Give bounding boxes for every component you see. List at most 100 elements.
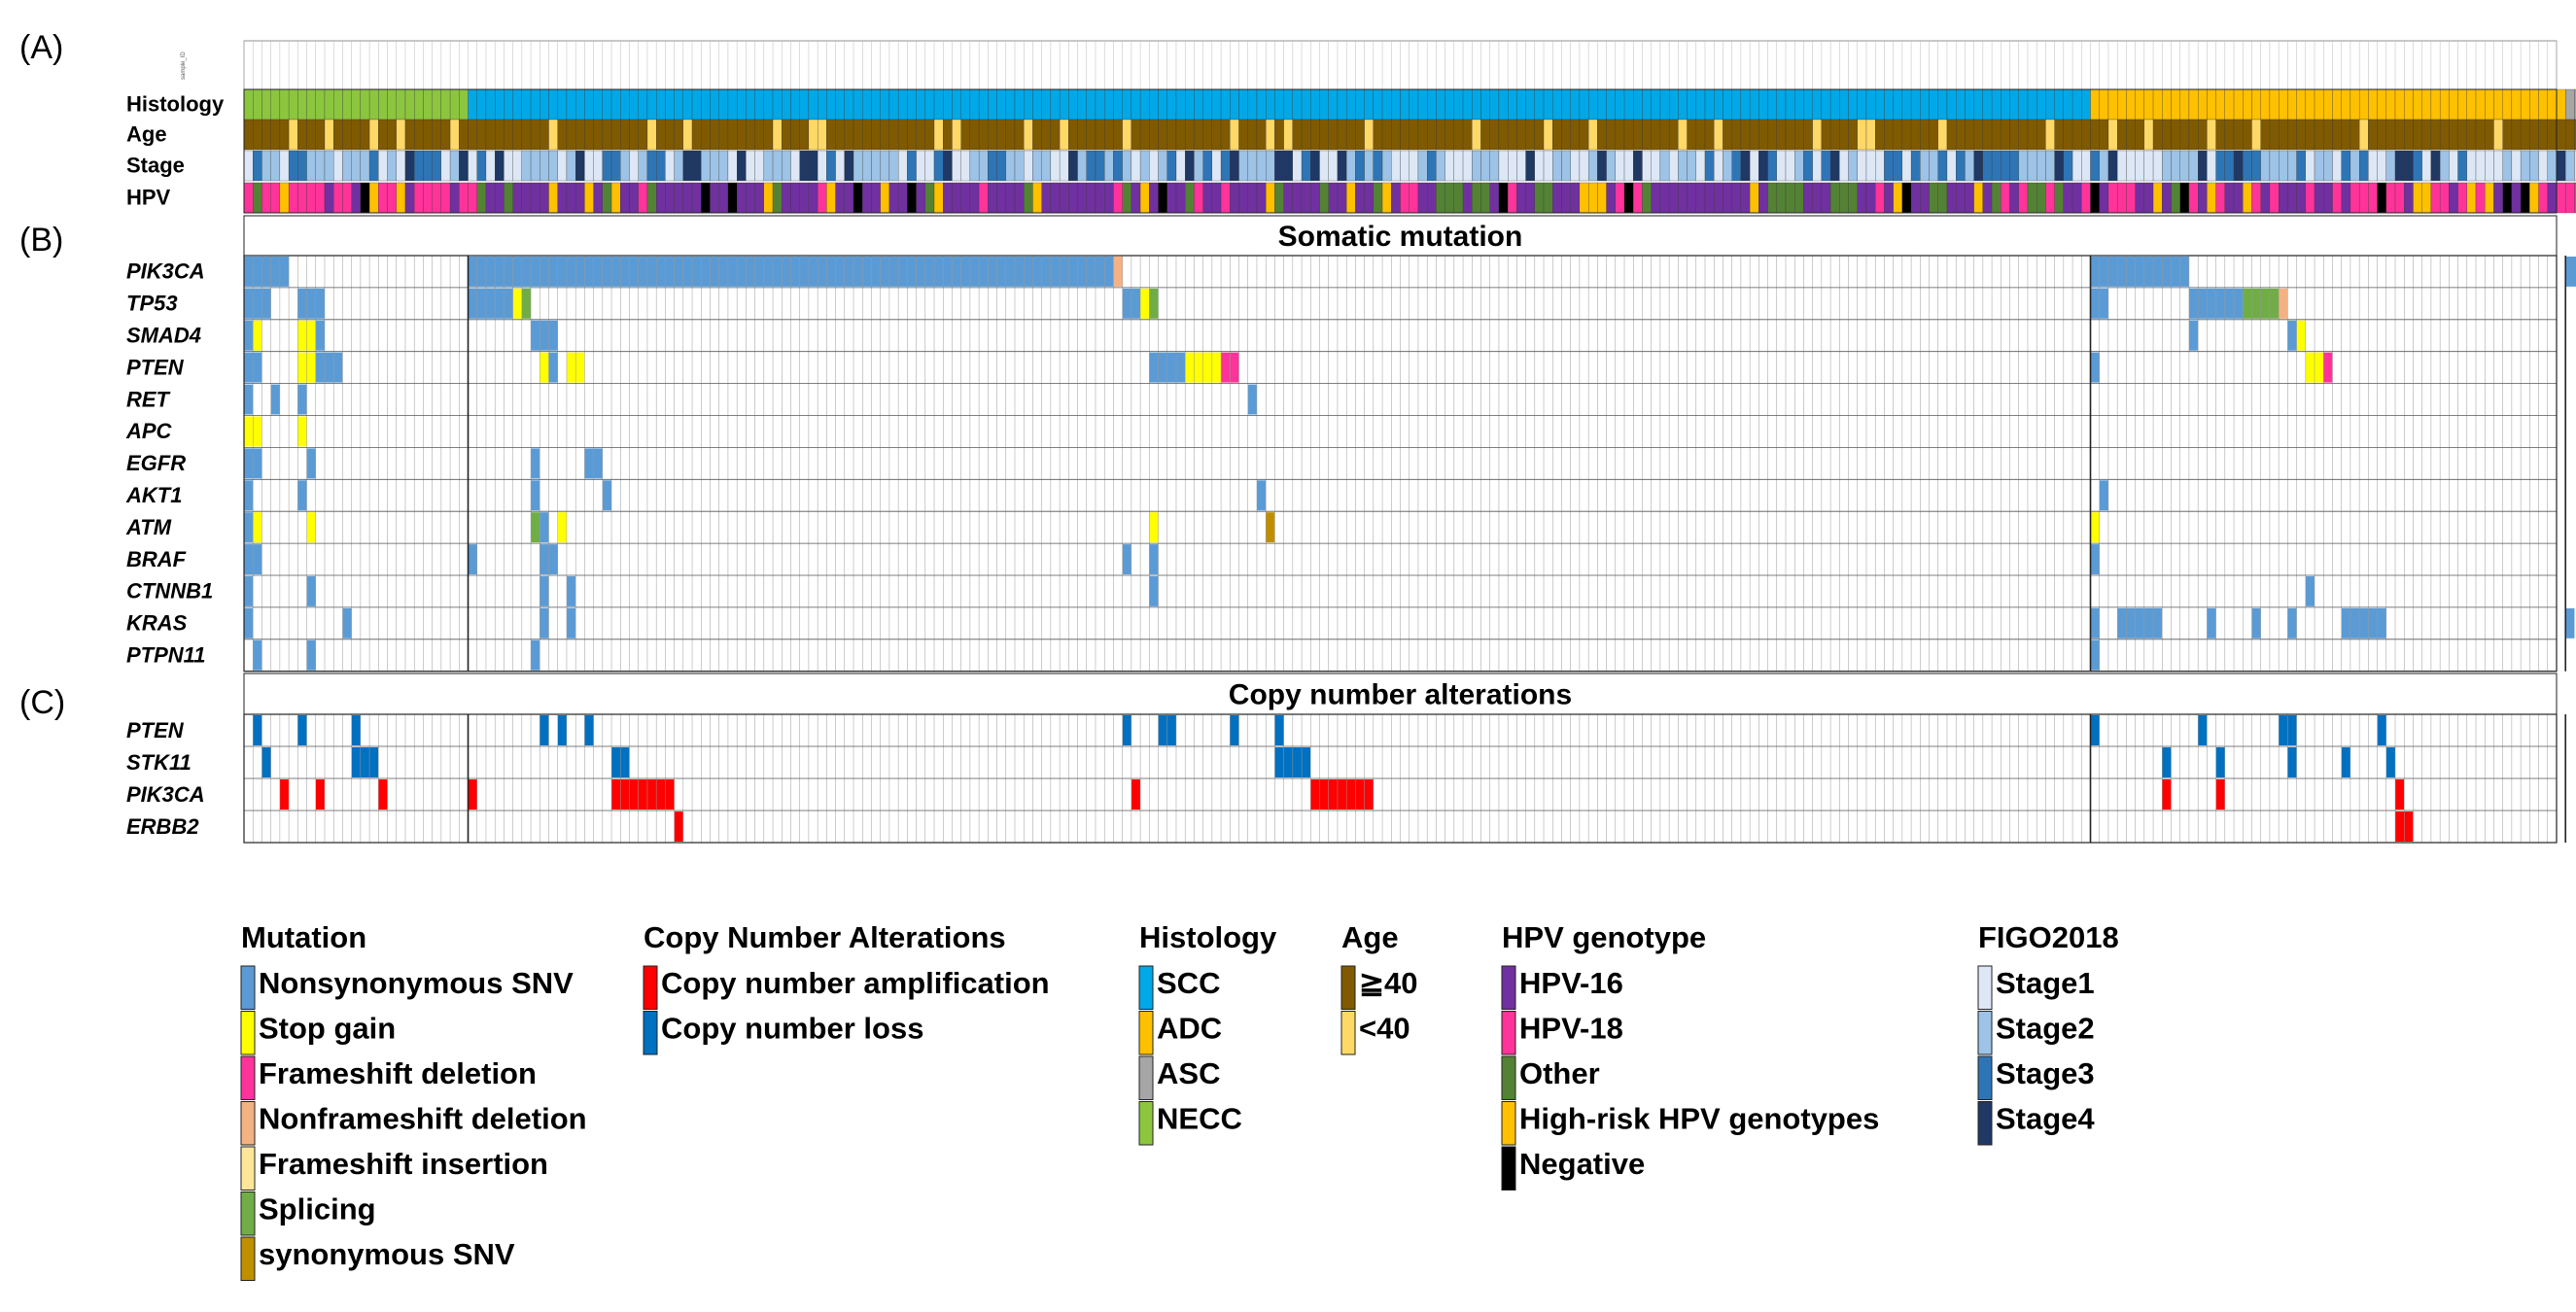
alteration-cell <box>2565 257 2576 287</box>
hpv-cell <box>530 182 540 214</box>
stage-cell <box>2198 150 2208 182</box>
histology-cell <box>656 88 666 121</box>
histology-cell <box>1113 88 1123 121</box>
hpv-cell <box>423 182 433 214</box>
hpv-cell <box>1651 182 1661 214</box>
gene-label-pten: PTEN <box>126 355 185 379</box>
hpv-cell <box>1597 182 1607 214</box>
histology-cell <box>1534 88 1545 121</box>
hpv-cell <box>718 182 729 214</box>
age-cell <box>1516 119 1526 151</box>
histology-cell <box>1310 88 1320 121</box>
legend-item: Negative <box>1519 1147 1645 1181</box>
legend-item: ≧40 <box>1359 966 1417 1000</box>
stage-cell <box>1659 150 1670 182</box>
stage-cell <box>530 150 540 182</box>
stage-cell <box>279 150 290 182</box>
alteration-cell <box>253 512 262 543</box>
hpv-cell <box>1534 182 1545 214</box>
legend-swatch <box>240 1101 256 1146</box>
age-cell <box>646 119 657 151</box>
age-cell <box>315 119 326 151</box>
histology-cell <box>1166 88 1177 121</box>
stage-cell <box>1865 150 1876 182</box>
alteration-cell <box>1149 288 1159 319</box>
histology-cell <box>468 88 477 121</box>
histology-cell <box>2224 88 2235 121</box>
hpv-cell <box>2260 182 2271 214</box>
alteration-cell <box>1122 544 1131 574</box>
alteration-cell <box>1113 257 1123 287</box>
oncoprint-figure: (A) (B) (C) sample_ID HistologyAgeStageH… <box>19 29 2576 1281</box>
stage-cell <box>1310 150 1320 182</box>
alteration-cell <box>2341 747 2350 777</box>
histology-cell <box>880 88 890 121</box>
track-label-age: Age <box>126 121 167 146</box>
hpv-cell <box>2243 182 2252 214</box>
age-cell <box>1893 119 1903 151</box>
stage-cell <box>378 150 388 182</box>
hpv-cell <box>1310 182 1320 214</box>
hpv-cell <box>1256 182 1267 214</box>
stage-cell <box>1266 150 1275 182</box>
hpv-cell <box>1508 182 1517 214</box>
age-cell <box>476 119 487 151</box>
stage-cell <box>620 150 630 182</box>
age-cell <box>2090 119 2100 151</box>
hpv-cell <box>1839 182 1849 214</box>
hpv-cell <box>2188 182 2199 214</box>
legend-item: ASC <box>1157 1056 1220 1090</box>
legend-swatch <box>643 965 658 1010</box>
histology-cell <box>351 88 362 121</box>
alteration-cell <box>306 576 316 606</box>
hpv-cell <box>1579 182 1589 214</box>
stage-cell <box>2341 150 2351 182</box>
age-cell <box>1829 119 1840 151</box>
age-cell <box>2332 119 2342 151</box>
age-cell <box>2152 119 2163 151</box>
age-cell <box>1606 119 1616 151</box>
hpv-cell <box>1194 182 1203 214</box>
hpv-cell <box>782 182 791 214</box>
stage-cell <box>1391 150 1401 182</box>
stage-cell <box>1337 150 1347 182</box>
age-cell <box>835 119 845 151</box>
stage-cell <box>1829 150 1840 182</box>
hpv-cell <box>763 182 774 214</box>
histology-cell <box>396 88 406 121</box>
stage-cell <box>351 150 362 182</box>
alteration-cell <box>351 747 379 777</box>
histology-cell <box>2350 88 2360 121</box>
histology-cell <box>737 88 747 121</box>
age-cell <box>1185 119 1195 151</box>
stage-cell <box>476 150 487 182</box>
stage-cell <box>2404 150 2414 182</box>
alteration-cell <box>244 320 254 351</box>
hpv-cell <box>2413 182 2422 214</box>
stage-cell <box>2099 150 2109 182</box>
gene-label-ptpn11: PTPN11 <box>126 642 206 667</box>
histology-cell <box>835 88 845 121</box>
age-cell <box>2099 119 2109 151</box>
histology-cell <box>2538 88 2548 121</box>
hpv-cell <box>279 182 290 214</box>
age-cell <box>2179 119 2190 151</box>
hpv-cell <box>1901 182 1912 214</box>
hpv-cell <box>404 182 415 214</box>
alteration-cell <box>557 512 567 543</box>
hpv-cell <box>485 182 496 214</box>
stage-cell <box>1480 150 1490 182</box>
age-cell <box>969 119 980 151</box>
histology-cell <box>2099 88 2109 121</box>
histology-cell <box>907 88 917 121</box>
age-cell <box>1561 119 1571 151</box>
histology-cell <box>2243 88 2252 121</box>
stage-cell <box>1570 150 1581 182</box>
histology-cell <box>1211 88 1222 121</box>
stage-cell <box>1579 150 1589 182</box>
legend-group: Histology SCC ADC ASC NECC <box>1138 920 1277 1146</box>
age-cell <box>1059 119 1069 151</box>
age-cell <box>746 119 755 151</box>
histology-cell <box>1256 88 1267 121</box>
gene-label-pik3ca: PIK3CA <box>126 782 205 807</box>
